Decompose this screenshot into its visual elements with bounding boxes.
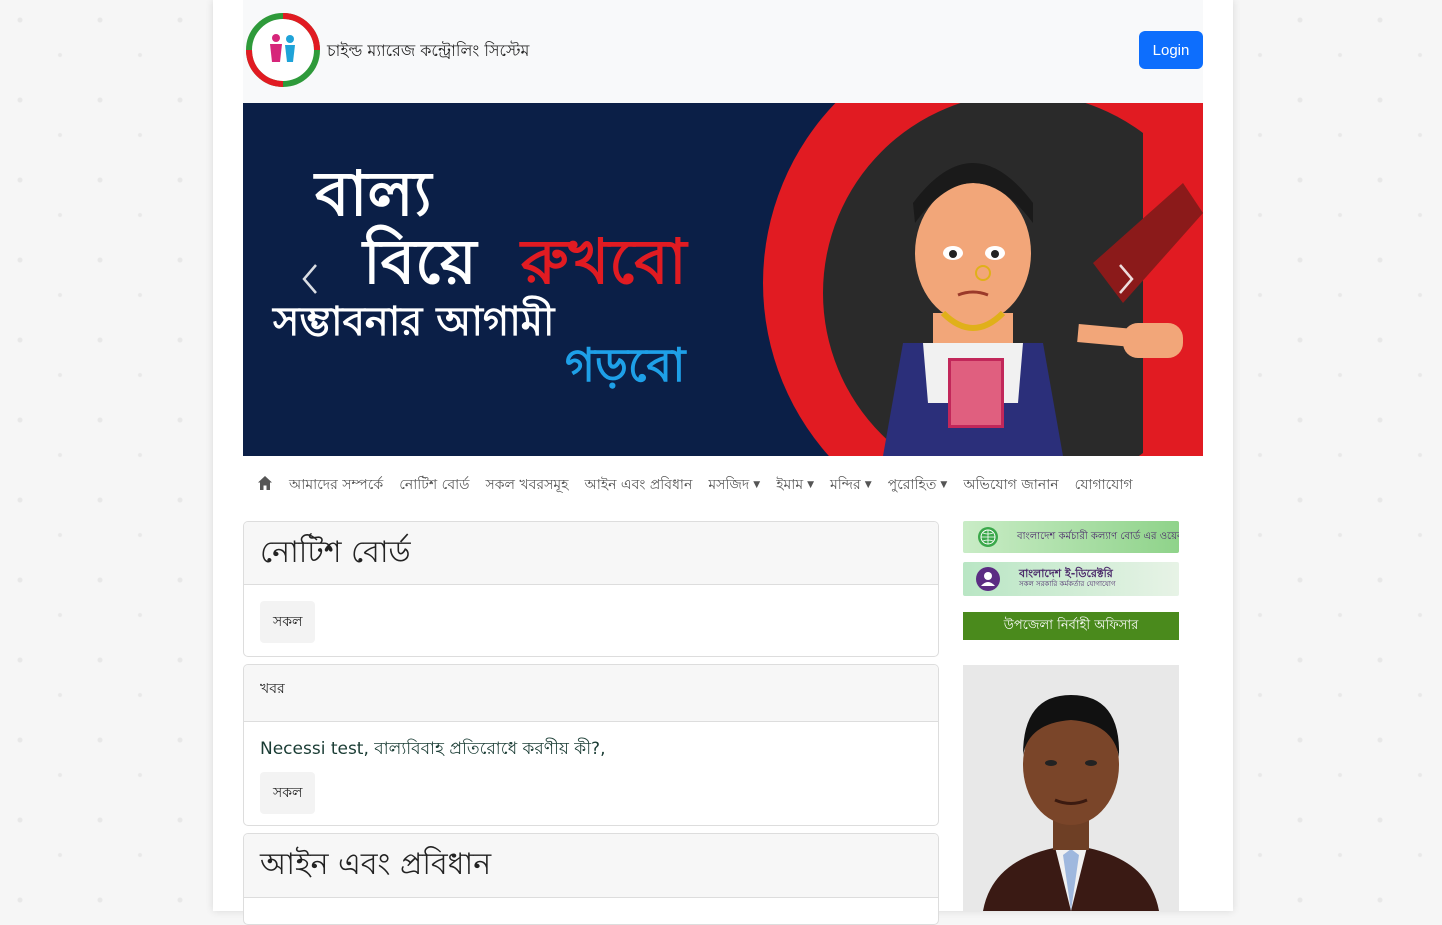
notice-board-card-header: নোটিশ বোর্ড: [244, 522, 938, 585]
caret-down-icon: ▼: [864, 480, 872, 490]
banner-carousel: বাল্য বিয়ে রুখবো সম্ভাবনার আগামী গড়বো: [243, 103, 1203, 456]
news-card: খবর Necessi test, বাল্যবিবাহ প্রতিরোধে ক…: [243, 664, 939, 826]
nav-item-temple[interactable]: মন্দির ▼: [830, 473, 872, 497]
nav-item-imam[interactable]: ইমাম ▼: [776, 473, 814, 497]
e-directory-text: বাংলাদেশ ই-ডিরেক্টরি সকল সরকারি কর্মকর্ত…: [1019, 568, 1115, 590]
banner-line2b: রুখবো: [519, 225, 689, 298]
login-button[interactable]: Login: [1139, 31, 1203, 69]
globe-icon: [978, 527, 998, 547]
site-title: চাইল্ড ম্যারেজ কন্ট্রোলিং সিস্টেম: [327, 41, 530, 60]
banner-image: বাল্য বিয়ে রুখবো সম্ভাবনার আগামী গড়বো: [243, 103, 1203, 456]
nav-item-temple-label: মন্দির: [830, 477, 861, 493]
caret-down-icon: ▼: [940, 480, 948, 490]
home-icon: [258, 476, 272, 490]
nav-item-contact[interactable]: যোগাযোগ: [1075, 473, 1133, 497]
e-directory-icon: [976, 567, 1000, 591]
e-directory-link[interactable]: বাংলাদেশ ই-ডিরেক্টরি সকল সরকারি কর্মকর্ত…: [963, 562, 1179, 596]
notice-board-card: নোটিশ বোর্ড সকল: [243, 521, 939, 657]
page-container: চাইল্ড ম্যারেজ কন্ট্রোলিং সিস্টেম Login: [213, 0, 1233, 925]
nav-item-law[interactable]: আইন এবং প্রবিধান: [585, 473, 693, 497]
main-nav: আমাদের সম্পর্কে নোটিশ বোর্ড সকল খবরসমূহ …: [243, 466, 1203, 504]
caret-down-icon: ▼: [807, 480, 815, 490]
banner-line4: গড়বো: [565, 338, 687, 392]
news-headline-link[interactable]: Necessi test, বাল্যবিবাহ প্রতিরোধে করণীয…: [260, 736, 922, 764]
banner-line1: বাল্য: [313, 157, 434, 230]
chevron-left-icon: [302, 264, 317, 294]
employee-welfare-board-text: বাংলাদেশ কর্মচারী কল্যাণ বোর্ড এর ওয়েবস…: [1017, 530, 1179, 542]
carousel-prev-button[interactable]: [300, 263, 330, 303]
nav-item-all-news[interactable]: সকল খবরসমূহ: [486, 473, 569, 497]
e-directory-title: বাংলাদেশ ই-ডিরেক্টরি: [1019, 567, 1113, 580]
notice-all-button[interactable]: সকল: [260, 601, 316, 643]
uno-portrait-image: [963, 665, 1179, 911]
nav-item-mosque[interactable]: মসজিদ ▼: [708, 473, 760, 497]
nav-item-imam-label: ইমাম: [776, 477, 804, 493]
nav-item-priest-label: পুরোহিত: [887, 477, 937, 493]
caret-down-icon: ▼: [753, 480, 761, 490]
nav-item-about[interactable]: আমাদের সম্পর্কে: [289, 473, 383, 497]
site-header: চাইল্ড ম্যারেজ কন্ট্রোলিং সিস্টেম Login: [243, 0, 1203, 103]
law-title: আইন এবং প্রবিধান: [260, 847, 492, 882]
news-body: Necessi test, বাল্যবিবাহ প্রতিরোধে করণীয…: [244, 736, 938, 814]
news-all-button[interactable]: সকল: [260, 772, 316, 814]
nav-item-mosque-label: মসজিদ: [708, 477, 750, 493]
carousel-next-button[interactable]: [1116, 263, 1146, 303]
banner-line2a: বিয়ে: [361, 225, 479, 298]
notice-board-title: নোটিশ বোর্ড: [260, 535, 411, 570]
news-card-header: খবর: [244, 665, 938, 722]
logo[interactable]: [245, 12, 321, 88]
news-title: খবর: [260, 681, 285, 697]
chevron-right-icon: [1119, 264, 1134, 294]
nav-item-priest[interactable]: পুরোহিত ▼: [888, 473, 948, 497]
uno-photo: [963, 665, 1179, 911]
notice-board-body: সকল: [244, 585, 938, 656]
uno-heading: উপজেলা নির্বাহী অফিসার: [963, 612, 1179, 640]
law-card-header: আইন এবং প্রবিধান: [244, 834, 938, 898]
nav-item-notice-board[interactable]: নোটিশ বোর্ড: [399, 473, 469, 497]
employee-welfare-board-link[interactable]: বাংলাদেশ কর্মচারী কল্যাণ বোর্ড এর ওয়েবস…: [963, 521, 1179, 553]
nav-home[interactable]: [257, 475, 273, 495]
law-card: আইন এবং প্রবিধান: [243, 833, 939, 925]
e-directory-subtitle: সকল সরকারি কর্মকর্তার যোগাযোগ: [1019, 580, 1116, 588]
nav-item-complaint[interactable]: অভিযোগ জানান: [963, 473, 1058, 497]
